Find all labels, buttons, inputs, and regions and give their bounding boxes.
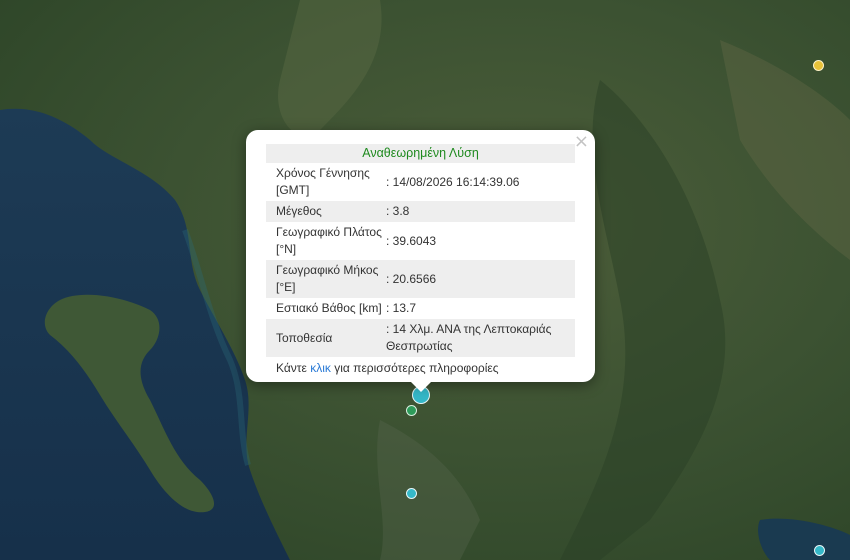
table-row: Τοποθεσία : 14 Χλμ. ΑΝΑ της Λεπτοκαριάς … [266,319,575,357]
earthquake-info-popup: × Αναθεωρημένη Λύση Χρόνος Γέννησης [GMT… [246,130,595,392]
row-label: Χρόνος Γέννησης [GMT] [276,166,370,197]
popup-title: Αναθεωρημένη Λύση [266,144,575,163]
earthquake-marker[interactable] [406,405,417,416]
table-row: Γεωγραφικό Μήκος [°E] : 20.6566 [266,260,575,298]
more-info-link[interactable]: κλικ [310,361,331,375]
earthquake-marker[interactable] [406,488,417,499]
row-value: : 39.6043 [386,233,437,248]
footer-prefix: Κάντε [276,361,311,375]
footer-suffix: για περισσότερες πληροφορίες [330,361,499,375]
row-value: : 13.7 [386,301,417,315]
table-row: Χρόνος Γέννησης [GMT] : 14/08/2026 16:14… [266,163,575,201]
earthquake-details-table: Χρόνος Γέννησης [GMT] : 14/08/2026 16:14… [266,163,575,357]
popup-footer: Κάντε κλικ για περισσότερες πληροφορίες [266,357,575,375]
popup-pointer [411,382,431,392]
row-label: Γεωγραφικό Πλάτος [°N] [276,225,382,256]
row-label: Εστιακό Βάθος [km] [276,301,382,315]
table-row: Εστιακό Βάθος [km] : 13.7 [266,298,575,319]
close-icon[interactable]: × [574,132,589,152]
row-label: Μέγεθος [266,201,386,222]
table-row: Γεωγραφικό Πλάτος [°N] : 39.6043 [266,222,575,260]
row-value: : 14 Χλμ. ΑΝΑ της Λεπτοκαριάς Θεσπρωτίας [386,319,575,357]
row-label: Τοποθεσία [266,319,386,357]
table-row: Μέγεθος : 3.8 [266,201,575,222]
earthquake-marker[interactable] [814,545,825,556]
earthquake-marker[interactable] [813,60,824,71]
row-value: : 3.8 [386,201,575,222]
row-value: : 14/08/2026 16:14:39.06 [386,174,520,189]
popup-content: Αναθεωρημένη Λύση Χρόνος Γέννησης [GMT] … [266,144,575,375]
row-value: : 20.6566 [386,260,575,298]
row-label: Γεωγραφικό Μήκος [°E] [266,260,386,298]
